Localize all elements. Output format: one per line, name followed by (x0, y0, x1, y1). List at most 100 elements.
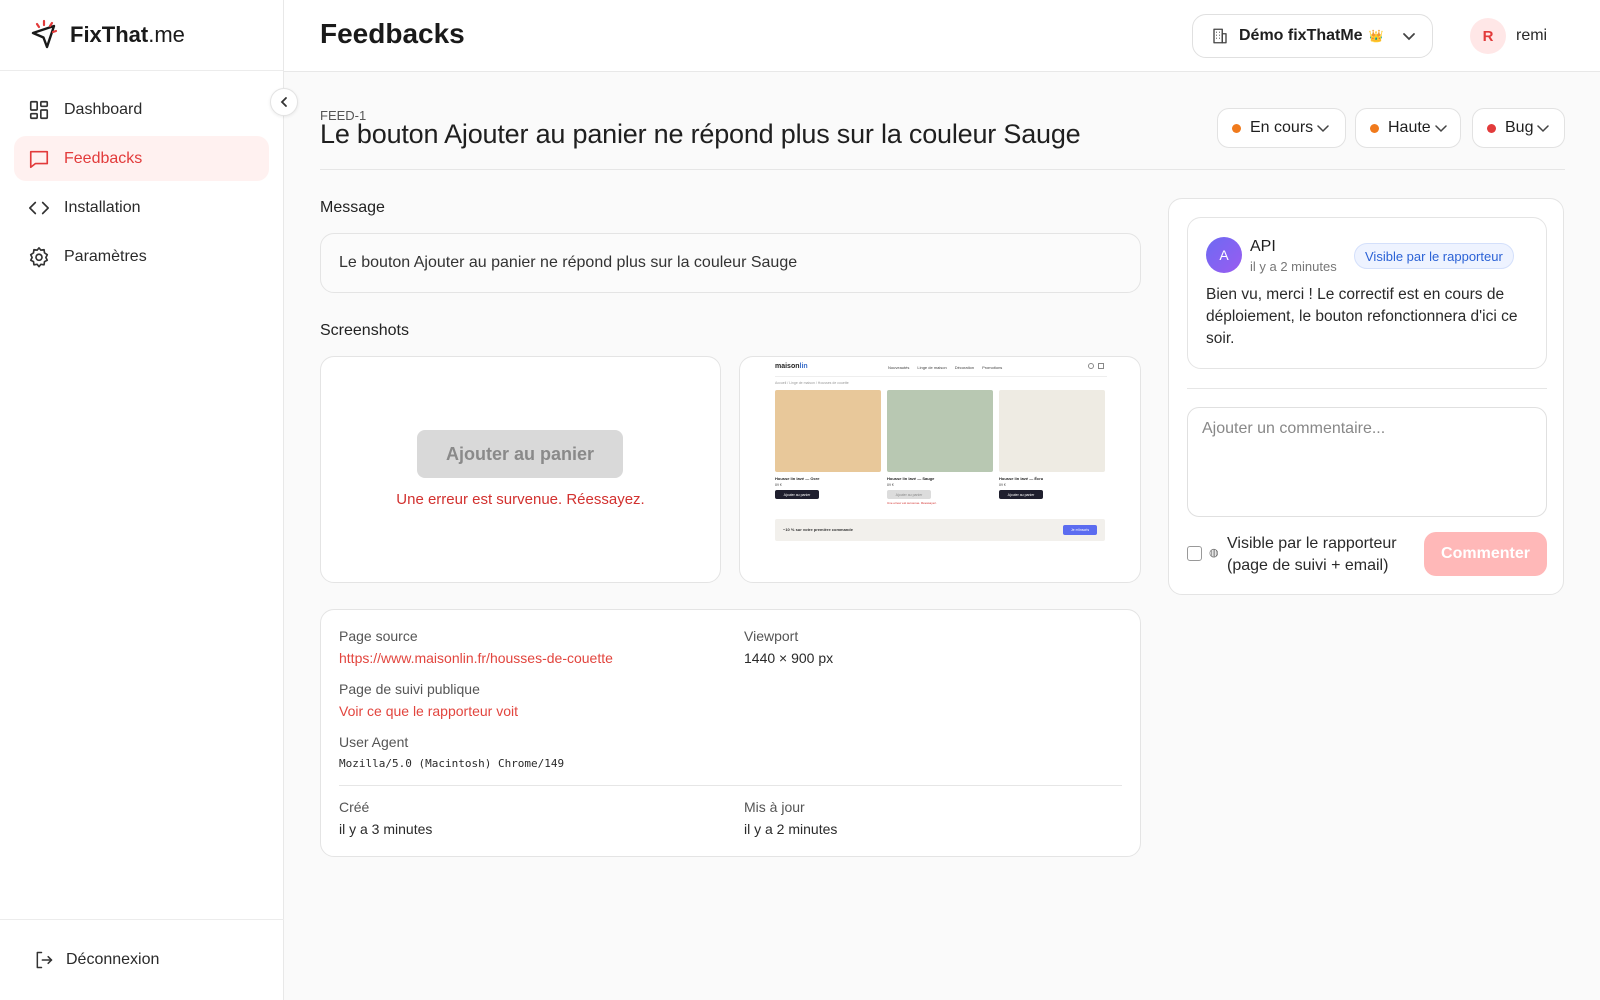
mini-promo-button: Je m'inscris (1063, 525, 1097, 535)
created-label: Créé (339, 799, 370, 815)
viewport-value: 1440 × 900 px (744, 650, 834, 666)
priority-dropdown[interactable]: Haute (1355, 108, 1461, 148)
brand-name: FixThat.me (70, 22, 185, 47)
status-dot-icon (1232, 123, 1241, 133)
sidebar-nav: Dashboard Feedbacks Installation Paramèt… (0, 71, 283, 299)
type-dot-icon (1487, 123, 1496, 133)
page-source-link[interactable]: https://www.maisonlin.fr/housses-de-coue… (339, 650, 613, 666)
mini-breadcrumb: Accueil / Linge de maison / Housses de c… (775, 381, 849, 385)
created-value: il y a 3 minutes (339, 821, 433, 837)
screenshot-add-to-cart-button: Ajouter au panier (417, 430, 623, 478)
comment-text: Bien vu, merci ! Le correctif est en cou… (1206, 286, 1518, 347)
divider (1187, 388, 1547, 389)
crown-icon: 👑 (1368, 29, 1384, 43)
chevron-left-icon (280, 97, 287, 107)
priority-label: Haute (1388, 119, 1431, 136)
user-agent-value: Mozilla/5.0 (Macintosh) Chrome/149 (339, 757, 565, 770)
logout-label: Déconnexion (66, 951, 160, 968)
mini-promo-banner: −10 % sur votre première commande Je m'i… (775, 519, 1105, 541)
mini-product-name: Housse lin lavé — Sauge (887, 476, 935, 481)
mini-product-card: Housse lin lavé — Ocre 89 € Ajouter au p… (775, 390, 881, 499)
submit-comment-button[interactable]: Commenter (1424, 532, 1547, 576)
avatar: R (1470, 18, 1506, 54)
chat-bubble-icon (29, 150, 49, 168)
mini-add-to-cart-button: Ajouter au panier (775, 490, 819, 499)
mini-search-icon (1088, 363, 1094, 369)
gear-icon (29, 246, 49, 267)
chevron-down-icon (1403, 33, 1415, 41)
mini-error-text: Une erreur est survenue. Réessayez. (887, 501, 937, 505)
cursor-click-logo-icon (31, 19, 58, 49)
visibility-label: Visible par le rapporteur (page de suivi… (1227, 535, 1397, 574)
mini-product-price: 89 € (887, 483, 894, 487)
grid-icon (29, 100, 49, 119)
mini-cart-icon (1098, 363, 1104, 369)
mini-product-price: 89 € (775, 483, 782, 487)
user-menu[interactable]: R remi (1470, 18, 1547, 54)
building-icon (1213, 28, 1227, 44)
avatar: A (1206, 237, 1242, 273)
sidebar-item-label: Paramètres (64, 247, 147, 265)
screenshot-thumbnail-1[interactable]: Ajouter au panier Une erreur est survenu… (320, 356, 721, 583)
sidebar-item-dashboard[interactable]: Dashboard (14, 87, 269, 132)
screenshot-thumbnail-2[interactable]: maisonlin Nouveautés Linge de maison Décor… (739, 356, 1141, 583)
code-icon (29, 201, 49, 214)
divider (339, 785, 1122, 786)
page-title: Feedbacks (320, 18, 465, 49)
mini-product-name: Housse lin lavé — Écru (999, 476, 1044, 481)
updated-label: Mis à jour (744, 799, 805, 815)
tracking-page-label: Page de suivi publique (339, 681, 480, 697)
comment-input[interactable] (1187, 407, 1547, 517)
sidebar-item-parametres[interactable]: Paramètres (14, 234, 269, 279)
mini-product-card: Housse lin lavé — Sauge 89 € Ajouter au … (887, 390, 993, 505)
updated-value: il y a 2 minutes (744, 821, 838, 837)
mini-product-name: Housse lin lavé — Ocre (775, 476, 820, 481)
organization-select[interactable]: Démo fixThatMe 👑 (1192, 14, 1433, 58)
mini-divider (775, 376, 1107, 377)
comment-time: il y a 2 minutes (1250, 259, 1337, 274)
visibility-badge: Visible par le rapporteur (1354, 243, 1514, 269)
screenshots-heading: Screenshots (320, 322, 409, 339)
mini-site-nav: Nouveautés Linge de maison Décoration Promo… (888, 365, 1003, 370)
mini-product-image (999, 390, 1105, 472)
tracking-page-link[interactable]: Voir ce que le rapporteur voit (339, 703, 518, 719)
mini-add-to-cart-button: Ajouter au panier (887, 490, 931, 499)
mini-product-image (887, 390, 993, 472)
sidebar-item-installation[interactable]: Installation (14, 185, 269, 230)
viewport-label: Viewport (744, 628, 799, 644)
sidebar-item-label: Dashboard (64, 100, 143, 118)
mini-site-logo: maisonlin (775, 363, 808, 370)
collapse-sidebar-button[interactable] (270, 88, 298, 116)
globe-icon: ◍ (1209, 547, 1219, 559)
logout-button[interactable]: Déconnexion (0, 919, 284, 1000)
divider (320, 169, 1565, 170)
comment-author: API (1250, 238, 1276, 255)
mini-add-to-cart-button: Ajouter au panier (999, 490, 1043, 499)
page-source-label: Page source (339, 628, 418, 644)
message-box: Le bouton Ajouter au panier ne répond pl… (320, 233, 1141, 293)
mini-product-price: 89 € (999, 483, 1006, 487)
mini-product-card: Housse lin lavé — Écru 89 € Ajouter au p… (999, 390, 1105, 499)
status-label: En cours (1250, 119, 1314, 136)
comments-panel: A API il y a 2 minutes Visible par le ra… (1168, 198, 1564, 595)
logout-icon (36, 951, 53, 969)
visibility-checkbox[interactable] (1187, 546, 1202, 561)
brand[interactable]: FixThat.me (0, 0, 283, 71)
screenshot-error-text: Une erreur est survenue. Réessayez. (396, 491, 645, 508)
sidebar-item-label: Feedbacks (64, 149, 143, 167)
priority-dot-icon (1370, 123, 1379, 133)
sidebar-item-label: Installation (64, 198, 141, 216)
sidebar: FixThat.me Dashboard Feedbacks Installat… (0, 0, 284, 1000)
sidebar-item-feedbacks[interactable]: Feedbacks (14, 136, 269, 181)
type-label: Bug (1505, 119, 1534, 136)
status-dropdown[interactable]: En cours (1217, 108, 1346, 148)
feedback-title: Le bouton Ajouter au panier ne répond pl… (320, 119, 1081, 149)
comment-item: A API il y a 2 minutes Visible par le ra… (1187, 217, 1547, 369)
chevron-down-icon (1434, 125, 1447, 133)
chevron-down-icon (1537, 125, 1550, 133)
user-name: remi (1516, 27, 1548, 44)
mini-product-image (775, 390, 881, 472)
organization-name: Démo fixThatMe (1239, 27, 1363, 44)
mini-promo-text: −10 % sur votre première commande (783, 527, 853, 532)
type-dropdown[interactable]: Bug (1472, 108, 1565, 148)
